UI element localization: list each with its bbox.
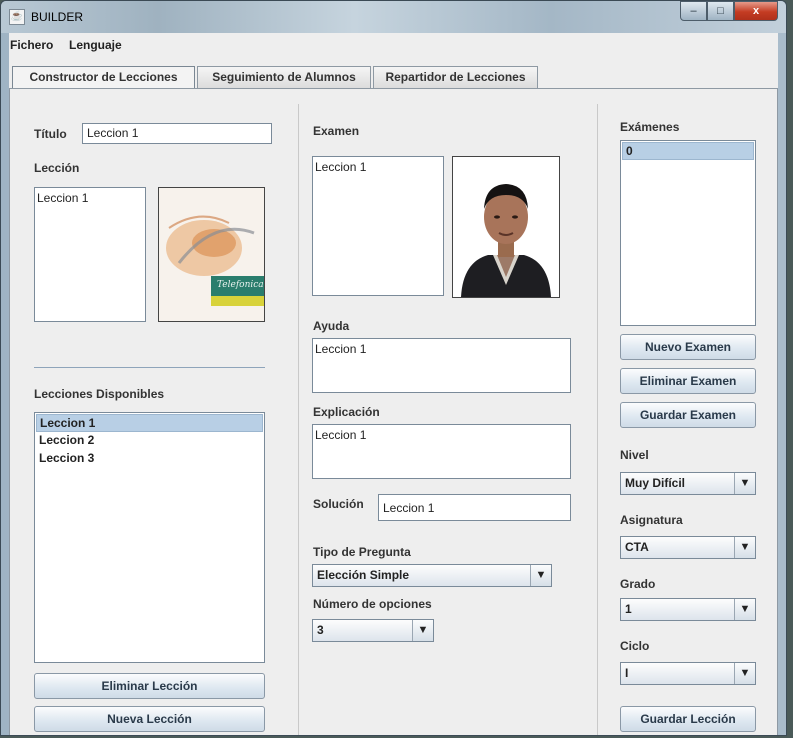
menu-lenguaje[interactable]: Lenguaje xyxy=(69,38,122,52)
explicacion-label: Explicación xyxy=(313,405,380,419)
guardar-leccion-button[interactable]: Guardar Lección xyxy=(620,706,756,732)
minimize-button[interactable]: – xyxy=(680,1,707,21)
left-separator xyxy=(34,367,265,368)
maximize-button[interactable]: □ xyxy=(707,1,734,21)
tab-panel-constructor: Título Leccion 1 Lección Leccion 1 Telef… xyxy=(9,88,778,735)
java-app-icon: ☕ xyxy=(9,9,25,25)
ciclo-value: I xyxy=(625,666,629,680)
book-cover-graphic xyxy=(159,188,264,321)
disponibles-label: Lecciones Disponibles xyxy=(34,387,165,401)
tab-strip: Constructor de Lecciones Seguimiento de … xyxy=(9,66,778,89)
dropdown-arrow-icon[interactable]: ▼ xyxy=(530,565,551,586)
grado-select[interactable]: 1 ▼ xyxy=(620,598,756,621)
lesson-cover-image: Telefonica xyxy=(158,187,265,322)
list-item[interactable]: Leccion 2 xyxy=(36,432,263,450)
ciclo-label: Ciclo xyxy=(620,639,650,653)
tab-constructor[interactable]: Constructor de Lecciones xyxy=(12,66,195,89)
asignatura-value: CTA xyxy=(625,540,649,554)
examenes-label: Exámenes xyxy=(620,120,680,134)
leccion-textarea[interactable]: Leccion 1 xyxy=(34,187,146,322)
tipo-pregunta-value: Elección Simple xyxy=(317,568,410,582)
eliminar-leccion-button[interactable]: Eliminar Lección xyxy=(34,673,265,699)
lessons-list[interactable]: Leccion 1 Leccion 2 Leccion 3 xyxy=(34,412,265,663)
nivel-label: Nivel xyxy=(620,448,649,462)
close-button[interactable]: x xyxy=(734,1,778,21)
list-item[interactable]: 0 xyxy=(622,142,754,160)
leccion-label: Lección xyxy=(34,161,80,175)
student-photo xyxy=(452,156,560,298)
dropdown-arrow-icon[interactable]: ▼ xyxy=(734,473,755,494)
guardar-examen-button[interactable]: Guardar Examen xyxy=(620,402,756,428)
app-window: ☕ BUILDER – □ x Fichero Lenguaje Constru… xyxy=(0,0,787,736)
list-item[interactable]: Leccion 3 xyxy=(36,450,263,468)
window-controls: – □ x xyxy=(680,1,778,21)
ciclo-select[interactable]: I ▼ xyxy=(620,662,756,685)
titulo-field[interactable]: Leccion 1 xyxy=(82,123,272,144)
dropdown-arrow-icon[interactable]: ▼ xyxy=(734,599,755,620)
list-item[interactable]: Leccion 1 xyxy=(36,414,263,432)
titulo-label: Título xyxy=(34,127,67,141)
nivel-select[interactable]: Muy Difícil ▼ xyxy=(620,472,756,495)
menu-fichero[interactable]: Fichero xyxy=(10,38,53,52)
dropdown-arrow-icon[interactable]: ▼ xyxy=(734,537,755,558)
grado-value: 1 xyxy=(625,602,632,616)
examenes-list[interactable]: 0 xyxy=(620,140,756,326)
title-bar[interactable]: ☕ BUILDER – □ x xyxy=(1,1,786,33)
num-opciones-label: Número de opciones xyxy=(313,597,432,611)
nivel-value: Muy Difícil xyxy=(625,476,686,490)
client-area: Fichero Lenguaje Constructor de Leccione… xyxy=(9,33,778,735)
dropdown-arrow-icon[interactable]: ▼ xyxy=(734,663,755,684)
asignatura-select[interactable]: CTA ▼ xyxy=(620,536,756,559)
tipo-pregunta-select[interactable]: Elección Simple ▼ xyxy=(312,564,552,587)
explicacion-textarea[interactable]: Leccion 1 xyxy=(312,424,571,479)
eliminar-examen-button[interactable]: Eliminar Examen xyxy=(620,368,756,394)
asignatura-label: Asignatura xyxy=(620,513,683,527)
tab-seguimiento[interactable]: Seguimiento de Alumnos xyxy=(197,66,371,88)
solucion-field[interactable]: Leccion 1 xyxy=(378,494,571,521)
tipo-pregunta-label: Tipo de Pregunta xyxy=(313,545,411,559)
grado-label: Grado xyxy=(620,577,656,591)
num-opciones-select[interactable]: 3 ▼ xyxy=(312,619,434,642)
dropdown-arrow-icon[interactable]: ▼ xyxy=(412,620,433,641)
tab-repartidor[interactable]: Repartidor de Lecciones xyxy=(373,66,538,88)
person-photo-graphic xyxy=(453,157,559,297)
num-opciones-value: 3 xyxy=(317,623,324,637)
ayuda-label: Ayuda xyxy=(313,319,350,333)
nueva-leccion-button[interactable]: Nueva Lección xyxy=(34,706,265,732)
solucion-label: Solución xyxy=(313,497,364,511)
window-title: BUILDER xyxy=(31,10,84,24)
menu-bar: Fichero Lenguaje xyxy=(9,33,778,58)
ayuda-textarea[interactable]: Leccion 1 xyxy=(312,338,571,393)
examen-textarea[interactable]: Leccion 1 xyxy=(312,156,444,296)
nuevo-examen-button[interactable]: Nuevo Examen xyxy=(620,334,756,360)
cover-brand-text: Telefonica xyxy=(217,280,264,290)
examen-label: Examen xyxy=(313,124,360,138)
